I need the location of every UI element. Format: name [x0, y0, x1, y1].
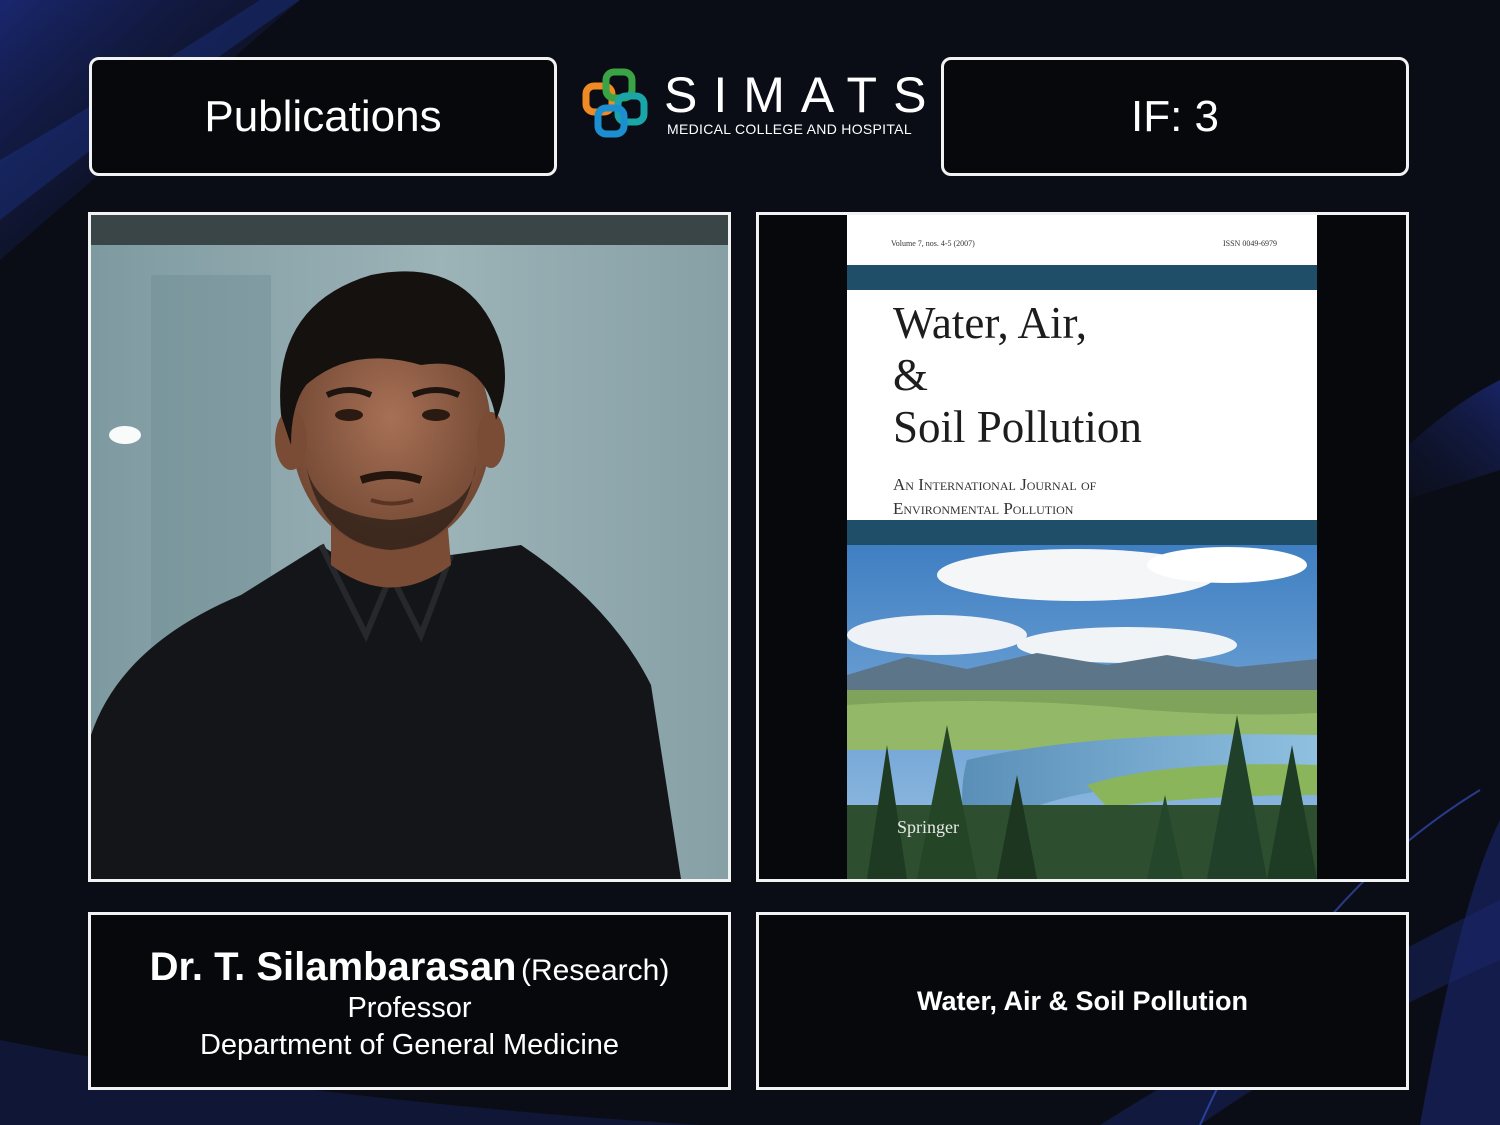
journal-caption: Water, Air & Soil Pollution: [916, 985, 1248, 1016]
author-department: Department of General Medicine: [199, 1029, 620, 1061]
portrait-photo: [91, 215, 728, 879]
author-info: Dr. T. Silambarasan (Research) Professor…: [91, 945, 728, 1062]
publications-header-box: Publications: [89, 57, 557, 176]
simats-logo-icon: [582, 68, 648, 138]
logo-wordmark: SIMATS: [664, 67, 943, 123]
cover-volume: Volume 7, nos. 4-5 (2007): [891, 239, 975, 248]
cover-top-bar: [847, 265, 1317, 290]
cover-bottom-bar: [847, 520, 1317, 545]
simats-logo: SIMATS MEDICAL COLLEGE AND HOSPITAL: [578, 64, 928, 144]
author-name-suffix: (Research): [520, 954, 670, 987]
logo-subtitle: MEDICAL COLLEGE AND HOSPITAL: [667, 121, 912, 137]
impact-factor-label: IF: 3: [1130, 91, 1220, 141]
cover-title-line2: &: [893, 350, 929, 400]
portrait-frame: [88, 212, 731, 882]
cover-title-line3: Soil Pollution: [893, 402, 1142, 452]
cover-subtitle: An International Journal of Environmenta…: [893, 473, 1096, 521]
cover-title: Water, Air, & Soil Pollution: [893, 297, 1142, 453]
cover-title-line1: Water, Air,: [893, 298, 1087, 348]
publications-label: Publications: [204, 91, 442, 141]
cover-subtitle-line2: Environmental Pollution: [893, 499, 1074, 518]
journal-cover-frame: Volume 7, nos. 4-5 (2007) ISSN 0049-6979…: [756, 212, 1409, 882]
author-title: Professor: [347, 992, 472, 1024]
impact-factor-box: IF: 3: [941, 57, 1409, 176]
author-info-box: Dr. T. Silambarasan (Research) Professor…: [88, 912, 731, 1090]
journal-cover: Volume 7, nos. 4-5 (2007) ISSN 0049-6979…: [847, 215, 1317, 879]
cover-publisher: Springer: [897, 817, 959, 837]
author-name: Dr. T. Silambarasan: [149, 945, 517, 989]
cover-issn: ISSN 0049-6979: [1222, 239, 1277, 248]
cover-subtitle-line1: An International Journal of: [893, 475, 1097, 494]
journal-caption-box: Water, Air & Soil Pollution: [756, 912, 1409, 1090]
